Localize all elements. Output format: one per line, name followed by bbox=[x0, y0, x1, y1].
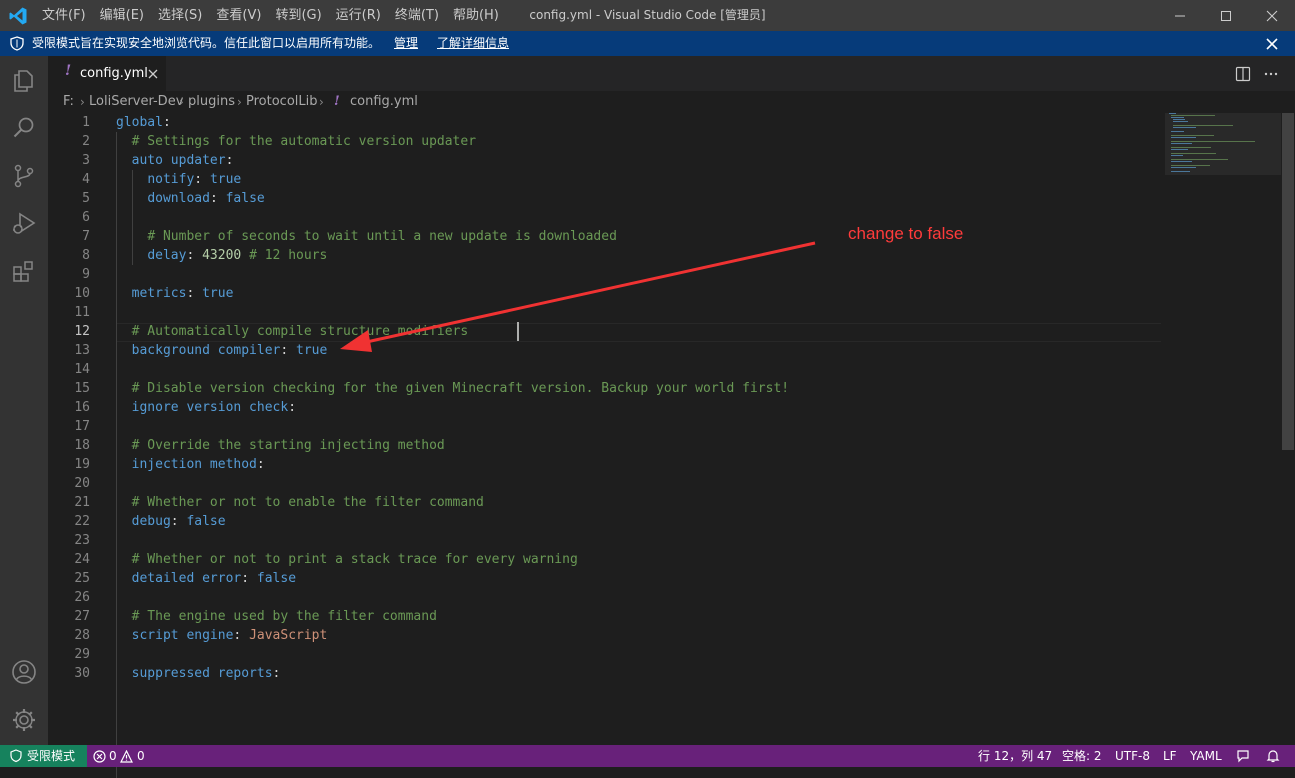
cursor-position[interactable]: 行 12，列 47 bbox=[978, 745, 1052, 767]
shield-icon bbox=[10, 749, 22, 763]
error-icon bbox=[93, 750, 106, 763]
feedback-icon[interactable] bbox=[1236, 749, 1250, 763]
annotation-arrowhead bbox=[340, 330, 372, 352]
warning-count: 0 bbox=[137, 749, 145, 763]
status-bar: 受限模式 0 0 行 12，列 47 空格: 2 UTF-8 LF YAML bbox=[0, 745, 1295, 767]
annotation-text: change to false bbox=[848, 224, 964, 243]
language-mode[interactable]: YAML bbox=[1190, 745, 1222, 767]
annotation-arrow-shaft bbox=[361, 241, 816, 345]
problems-indicator[interactable]: 0 0 bbox=[93, 745, 148, 767]
warning-icon bbox=[120, 750, 133, 763]
error-count: 0 bbox=[109, 749, 117, 763]
indentation-setting[interactable]: 空格: 2 bbox=[1062, 745, 1102, 767]
restricted-mode-label: 受限模式 bbox=[27, 749, 76, 763]
bell-icon[interactable] bbox=[1266, 749, 1280, 763]
encoding-setting[interactable]: UTF-8 bbox=[1115, 745, 1150, 767]
restricted-mode-indicator[interactable]: 受限模式 bbox=[0, 745, 87, 767]
eol-setting[interactable]: LF bbox=[1163, 745, 1177, 767]
annotation-overlay bbox=[340, 241, 816, 352]
